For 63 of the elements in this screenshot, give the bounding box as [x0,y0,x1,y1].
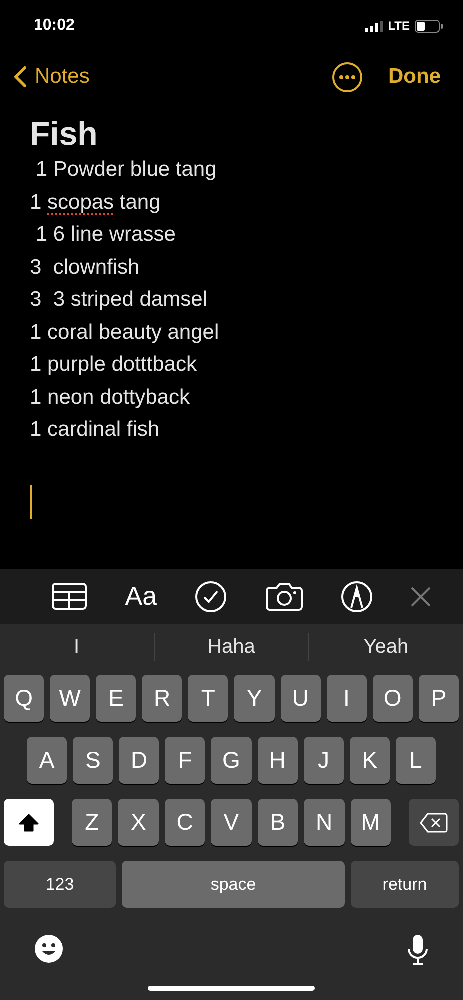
shift-arrow-icon [19,814,39,832]
camera-icon[interactable] [266,582,303,611]
suggestion[interactable]: I [0,632,154,662]
key[interactable]: M [350,799,391,846]
network-label: LTE [388,18,410,35]
key[interactable]: G [211,737,252,784]
note-line: 1 Powder blue tang [34,157,218,183]
key[interactable]: W [50,675,90,722]
note-line: 1 neon dottyback [30,384,191,410]
checklist-icon[interactable] [195,580,228,612]
table-icon[interactable] [52,583,87,610]
markup-pen-icon[interactable] [340,580,373,612]
key[interactable]: S [73,737,114,784]
emoji-icon[interactable] [34,934,64,964]
status-time: 10:02 [34,16,75,36]
signal-icon [365,20,384,32]
note-line: 1 coral beauty angel [30,320,220,346]
key[interactable]: R [142,675,182,722]
shift-key[interactable] [4,799,54,846]
key[interactable]: B [258,799,298,846]
key[interactable]: A [27,737,68,784]
key[interactable]: Z [72,799,112,846]
key[interactable]: N [304,799,345,846]
key[interactable]: E [96,675,136,722]
microphone-icon[interactable] [407,934,429,966]
key[interactable]: H [258,737,298,784]
key[interactable]: J [304,737,344,784]
note-line: 3 3 striped damsel [30,287,208,313]
key[interactable]: D [119,737,160,784]
space-key[interactable]: space [122,861,345,908]
done-button[interactable]: Done [388,61,441,93]
format-button[interactable]: Aa [125,577,158,616]
note-line: 3 clownfish [30,254,141,280]
back-button[interactable]: Notes [14,61,90,93]
key[interactable]: K [350,737,390,784]
note-line: 1 cardinal fish [30,417,161,443]
note-line: 1 6 line wrasse [34,222,177,248]
key[interactable]: L [396,737,436,784]
key[interactable]: Y [234,675,275,722]
suggestion[interactable]: Yeah [309,632,463,662]
key[interactable]: O [372,675,413,722]
key[interactable]: V [211,799,252,846]
key[interactable]: C [164,799,206,846]
key[interactable]: Q [4,675,44,722]
note-line: 1 scopas tang [30,190,162,216]
key[interactable]: F [165,737,206,784]
return-key[interactable]: return [351,861,459,908]
close-icon[interactable] [410,586,431,606]
chevron-left-icon [14,66,27,88]
delete-key[interactable] [409,799,459,846]
numbers-key[interactable]: 123 [4,861,116,908]
key[interactable]: I [326,675,367,722]
battery-icon [415,20,443,32]
text-cursor [30,484,32,518]
note-title: Fish [30,114,99,154]
suggestion[interactable]: Haha [154,632,308,662]
key[interactable]: U [280,675,321,722]
key[interactable]: P [418,675,459,722]
key[interactable]: X [118,799,159,846]
note-line: 1 purple dotttback [30,352,198,378]
more-icon[interactable] [332,62,362,92]
backspace-icon [420,812,448,832]
key[interactable]: T [188,675,228,722]
